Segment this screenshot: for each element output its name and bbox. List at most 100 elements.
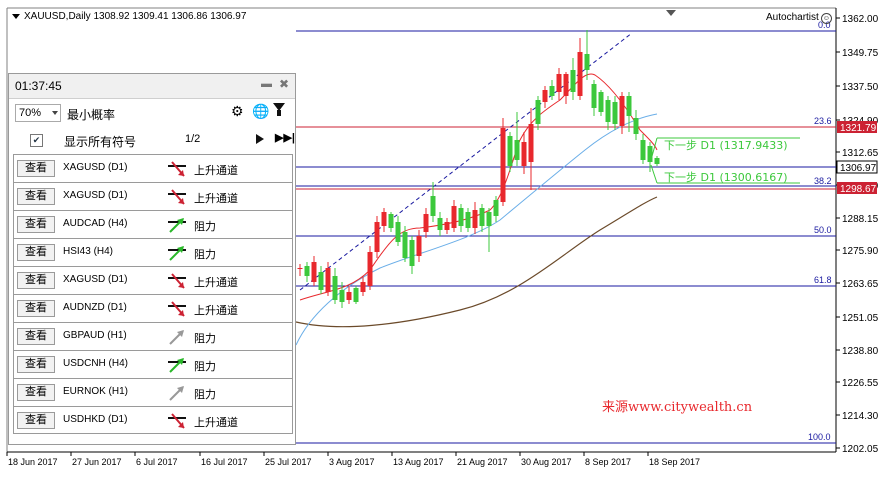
date-tick-label: 13 Aug 2017 bbox=[393, 457, 444, 467]
candle-body bbox=[311, 262, 317, 282]
gear-icon[interactable]: ⚙ bbox=[231, 103, 244, 120]
pattern-symbol: GBPAUD (H1) bbox=[63, 330, 127, 341]
pattern-symbol: USDCNH (H4) bbox=[63, 358, 128, 369]
pattern-row[interactable]: 查看 XAGUSD (D1) 上升通道 bbox=[13, 182, 293, 210]
view-button[interactable]: 查看 bbox=[17, 216, 55, 233]
min-probability-label: 最小概率 bbox=[67, 108, 116, 122]
candle-body bbox=[360, 282, 366, 292]
resistance-gray-icon bbox=[166, 328, 188, 346]
price-box-1298-label: 1298.67 bbox=[840, 184, 877, 195]
candle-body bbox=[388, 214, 394, 228]
panel-options-row: ✔ 显示所有符号 1/2 ▶▶| bbox=[9, 128, 295, 150]
view-button[interactable]: 查看 bbox=[17, 272, 55, 289]
candle-body bbox=[542, 90, 548, 102]
date-tick-label: 8 Sep 2017 bbox=[585, 457, 631, 467]
candle-body bbox=[479, 208, 485, 226]
pattern-row[interactable]: 查看 GBPAUD (H1) 阻力 bbox=[13, 322, 293, 350]
resistance-up-icon bbox=[166, 356, 188, 374]
filter-icon-stem bbox=[277, 110, 281, 116]
candle-body bbox=[633, 118, 639, 134]
view-button[interactable]: 查看 bbox=[17, 188, 55, 205]
resistance-up-icon bbox=[166, 244, 188, 262]
view-button[interactable]: 查看 bbox=[17, 328, 55, 345]
price-tick-label: 1288.15 bbox=[842, 214, 879, 225]
pattern-row[interactable]: 查看 AUDCAD (H4) 阻力 bbox=[13, 210, 293, 238]
probability-select[interactable]: 70% bbox=[15, 104, 61, 122]
panel-header[interactable]: 01:37:45 ▬ ✖ bbox=[9, 74, 295, 99]
candle-body bbox=[535, 100, 541, 124]
candle-body bbox=[423, 214, 429, 232]
candle-body bbox=[514, 140, 520, 160]
pattern-type: 阻力 bbox=[194, 389, 216, 401]
view-button[interactable]: 查看 bbox=[17, 300, 55, 317]
pattern-row[interactable]: 查看 XAGUSD (D1) 上升通道 bbox=[13, 266, 293, 294]
channel-down-icon bbox=[166, 160, 188, 178]
chart-symbol-header: XAUUSD,Daily 1308.92 1309.41 1306.86 130… bbox=[12, 11, 246, 22]
pattern-row[interactable]: 查看 EURNOK (H1) 阻力 bbox=[13, 378, 293, 406]
autochartist-label: Autochartist ☺ bbox=[766, 12, 832, 24]
view-button[interactable]: 查看 bbox=[17, 356, 55, 373]
resistance-up-icon bbox=[166, 216, 188, 234]
candle-body bbox=[451, 206, 457, 228]
candle-body bbox=[353, 288, 359, 302]
show-all-checkbox[interactable]: ✔ bbox=[30, 134, 43, 147]
globe-icon[interactable]: 🌐 bbox=[252, 103, 269, 120]
date-tick-label: 27 Jun 2017 bbox=[72, 457, 122, 467]
price-tick-label: 1251.05 bbox=[842, 313, 879, 324]
candle-body bbox=[549, 86, 555, 96]
view-button[interactable]: 查看 bbox=[17, 244, 55, 261]
pattern-symbol: XAGUSD (D1) bbox=[63, 274, 128, 285]
minimize-icon[interactable]: ▬ bbox=[261, 78, 272, 90]
price-tick-label: 1362.00 bbox=[842, 14, 879, 25]
pattern-type: 阻力 bbox=[194, 333, 216, 345]
candle-body bbox=[598, 92, 604, 112]
view-button[interactable]: 查看 bbox=[17, 160, 55, 177]
pattern-row[interactable]: 查看 AUDNZD (D1) 上升通道 bbox=[13, 294, 293, 322]
fib-label-50: 50.0 bbox=[814, 225, 832, 235]
next-page-icon[interactable] bbox=[256, 134, 264, 144]
autochartist-panel: 01:37:45 ▬ ✖ 70% 最小概率 ⚙ 🌐 ✔ 显示所有符号 1/2 ▶… bbox=[8, 73, 296, 445]
last-page-icon[interactable]: ▶▶| bbox=[275, 131, 295, 144]
candle-body bbox=[374, 222, 380, 252]
pattern-type: 阻力 bbox=[194, 249, 216, 261]
probability-select-value: 70% bbox=[19, 107, 42, 119]
pattern-row[interactable]: 查看 USDCNH (H4) 阻力 bbox=[13, 350, 293, 378]
dropdown-triangle-icon[interactable] bbox=[12, 13, 20, 19]
close-icon[interactable]: ✖ bbox=[279, 77, 289, 91]
date-tick-label: 16 Jul 2017 bbox=[201, 457, 248, 467]
candle-body bbox=[570, 70, 576, 92]
autochartist-text: Autochartist bbox=[766, 12, 819, 23]
channel-down-icon bbox=[166, 272, 188, 290]
candle-body bbox=[437, 218, 443, 230]
chart-shift-marker-icon[interactable] bbox=[666, 10, 676, 16]
view-button[interactable]: 查看 bbox=[17, 412, 55, 429]
candle-body bbox=[339, 290, 345, 302]
pattern-row[interactable]: 查看 HSI43 (H4) 阻力 bbox=[13, 238, 293, 266]
candle-body bbox=[430, 196, 436, 216]
view-button[interactable]: 查看 bbox=[17, 384, 55, 401]
chevron-down-icon bbox=[52, 111, 58, 115]
pattern-symbol: AUDCAD (H4) bbox=[63, 218, 128, 229]
pattern-type: 阻力 bbox=[194, 221, 216, 233]
candle-body bbox=[493, 200, 499, 216]
date-tick-label: 21 Aug 2017 bbox=[457, 457, 508, 467]
pattern-list: 查看 XAGUSD (D1) 上升通道 查看 XAGUSD (D1) 上升通道 查看 AUDC… bbox=[13, 154, 293, 434]
pattern-symbol: XAGUSD (D1) bbox=[63, 190, 128, 201]
date-tick-label: 25 Jul 2017 bbox=[265, 457, 312, 467]
price-box-1321-label: 1321.79 bbox=[840, 123, 877, 134]
candle-body bbox=[304, 266, 310, 276]
pattern-row[interactable]: 查看 XAGUSD (D1) 上升通道 bbox=[13, 154, 293, 182]
pattern-symbol: EURNOK (H1) bbox=[63, 386, 129, 397]
price-tick-label: 1349.75 bbox=[842, 48, 879, 59]
candle-body bbox=[591, 84, 597, 108]
pattern-row[interactable]: 查看 USDHKD (D1) 上升通道 bbox=[13, 406, 293, 434]
watermark: 来源www.citywealth.cn bbox=[602, 400, 753, 415]
fib-label-100: 100.0 bbox=[808, 432, 831, 442]
candle-body bbox=[521, 142, 527, 166]
candle-body bbox=[647, 146, 653, 162]
candle-body bbox=[409, 240, 415, 266]
panel-clock: 01:37:45 bbox=[15, 79, 62, 93]
autochartist-icon[interactable]: ☺ bbox=[820, 13, 832, 24]
pattern-type: 上升通道 bbox=[194, 193, 238, 205]
resistance-gray-icon bbox=[166, 384, 188, 402]
